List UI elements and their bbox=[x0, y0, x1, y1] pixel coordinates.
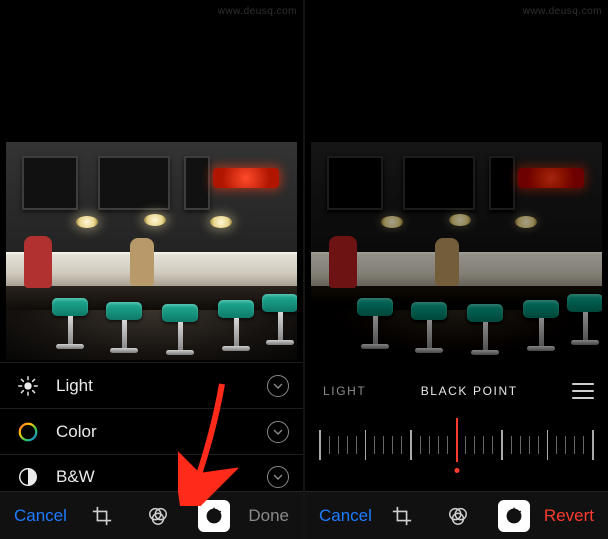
crop-tool-button[interactable] bbox=[86, 500, 118, 532]
adjust-tool-button[interactable] bbox=[198, 500, 230, 532]
filters-tool-button[interactable] bbox=[142, 500, 174, 532]
adjustment-label: Color bbox=[56, 422, 267, 442]
photo-preview[interactable] bbox=[6, 142, 297, 360]
neon-sign bbox=[518, 168, 584, 188]
watermark: www.deusq.com bbox=[523, 6, 602, 17]
slider-prev-label[interactable]: LIGHT bbox=[323, 384, 366, 398]
edit-toolbar: Cancel Done bbox=[0, 491, 303, 539]
filters-tool-button[interactable] bbox=[442, 500, 474, 532]
dial-cursor bbox=[456, 418, 458, 462]
person bbox=[435, 238, 459, 286]
person bbox=[329, 236, 357, 288]
cancel-button[interactable]: Cancel bbox=[315, 502, 376, 530]
crop-tool-button[interactable] bbox=[386, 500, 418, 532]
dial-center-dot bbox=[454, 468, 459, 473]
adjustment-category-list: Light Color B&W bbox=[0, 362, 303, 500]
slider-current-label: BLACK POINT bbox=[421, 384, 518, 398]
list-icon[interactable] bbox=[572, 383, 594, 399]
adjust-tool-button[interactable] bbox=[498, 500, 530, 532]
light-icon bbox=[16, 374, 40, 398]
watermark: www.deusq.com bbox=[218, 6, 297, 17]
bw-icon bbox=[16, 465, 40, 489]
photo-preview[interactable] bbox=[311, 142, 602, 360]
done-button[interactable]: Done bbox=[244, 502, 293, 530]
person bbox=[130, 238, 154, 286]
adjustment-row-color[interactable]: Color bbox=[0, 408, 303, 454]
chevron-down-icon bbox=[267, 375, 289, 397]
chevron-down-icon bbox=[267, 466, 289, 488]
adjustment-label: B&W bbox=[56, 467, 267, 487]
adjustment-dial[interactable] bbox=[319, 418, 594, 478]
neon-sign bbox=[213, 168, 279, 188]
editor-screen-adjust-categories: www.deusq.com bbox=[0, 0, 303, 539]
adjustment-row-light[interactable]: Light bbox=[0, 362, 303, 408]
edit-toolbar: Cancel Revert bbox=[305, 491, 608, 539]
revert-button[interactable]: Revert bbox=[540, 502, 598, 530]
color-icon bbox=[16, 420, 40, 444]
person bbox=[24, 236, 52, 288]
chevron-down-icon bbox=[267, 421, 289, 443]
cancel-button[interactable]: Cancel bbox=[10, 502, 71, 530]
editor-screen-blackpoint-slider: www.deusq.com LIGHT BLACK POINT bbox=[305, 0, 608, 539]
adjustment-slider-area: LIGHT BLACK POINT bbox=[305, 368, 608, 491]
adjustment-label: Light bbox=[56, 376, 267, 396]
